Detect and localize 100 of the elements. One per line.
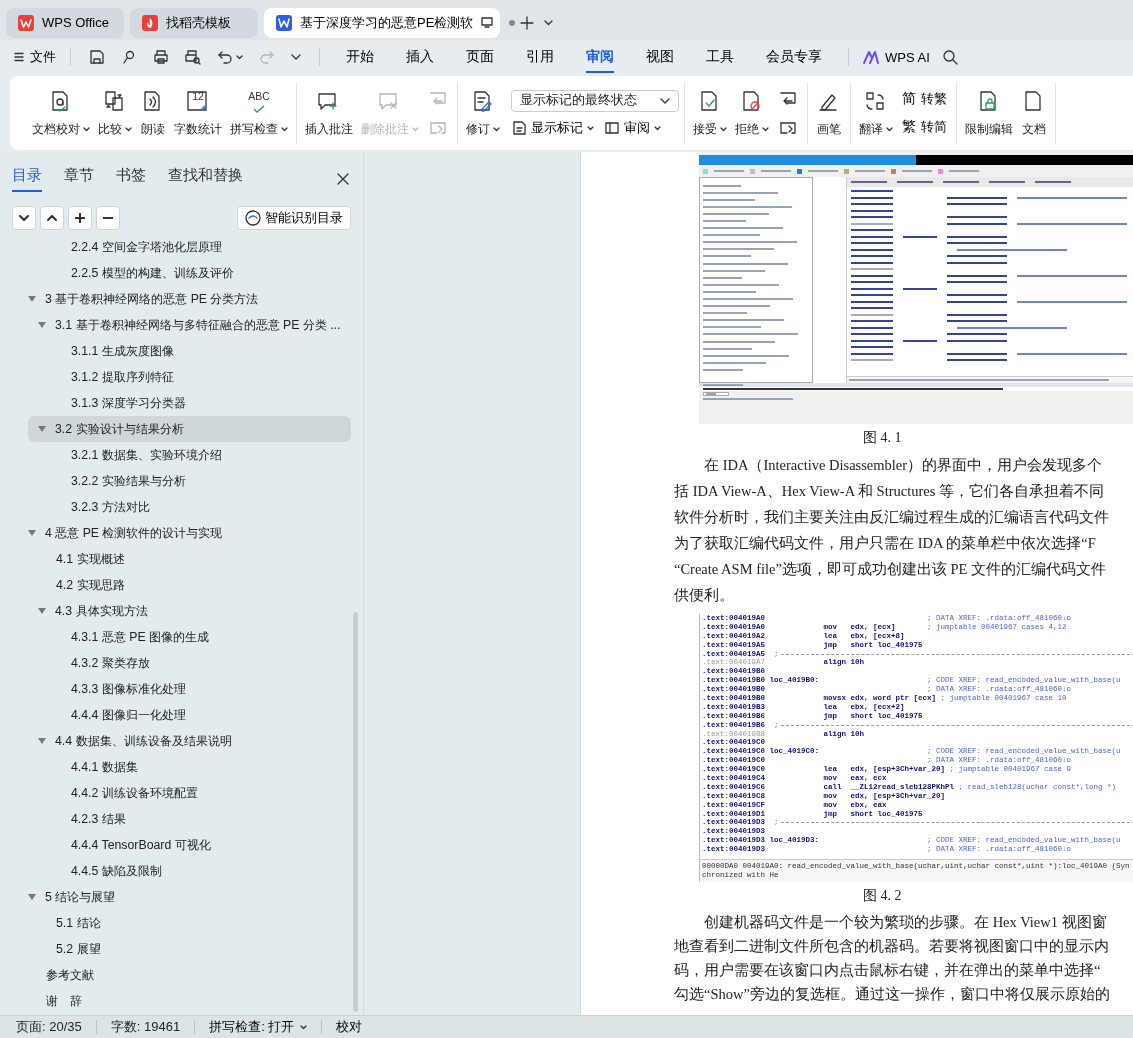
toc-item[interactable]: 4.4.2 训练设备环境配置 [28,780,351,806]
caret-icon [281,126,288,132]
file-menu[interactable]: 文件 [14,48,56,66]
ribbon-button[interactable]: 画笔 [813,86,845,140]
expand-triangle-icon[interactable] [28,296,36,302]
ribbon-button[interactable]: 比较 [95,86,135,140]
expand-triangle-icon[interactable] [38,608,46,614]
expand-triangle-icon[interactable] [28,894,36,900]
paragraph: 创建机器码文件是一个较为繁琐的步骤。在 Hex View1 视图窗 地查看到二进制文件所包含的机器码。若要将视图窗口中的显示内 码，用户需要在该窗口内点击鼠标右键，并在弹出的菜单中选择“ 勾选“Show”旁边的复选框。通过这一操作，窗口中将仅展示原始的 [674,913,1111,1004]
caret-icon [412,126,419,132]
toc-item[interactable]: 2.2.5 模型的构建、训练及评价 [28,260,351,286]
panel-tab[interactable]: 目录 [12,166,42,192]
expand-triangle-icon[interactable] [28,530,36,536]
caret-icon [587,125,594,131]
remove-button[interactable] [96,206,120,230]
panel-tab[interactable]: 章节 [64,166,94,192]
app-tab[interactable]: 找稻壳模板 [130,7,258,38]
toc-item[interactable]: 2.2.4 空间金字塔池化层原理 [28,234,351,260]
panel-tab[interactable]: 书签 [116,166,146,192]
print-preview-icon [185,49,201,65]
toc-item[interactable]: 5.2 展望 [28,936,351,962]
toc-item[interactable]: 3.1.3 深度学习分类器 [28,390,351,416]
ribbon-tab[interactable]: 插入 [406,41,434,73]
word-count[interactable]: 字数: 19461 [110,1018,181,1036]
expand-triangle-icon[interactable] [38,322,46,328]
chevron-down-icon [660,97,670,104]
toc-item[interactable]: 4.3.1 恶意 PE 图像的生成 [28,624,351,650]
toc-item[interactable]: 4 恶意 PE 检测软件的设计与实现 [28,520,351,546]
ribbon-tab[interactable]: 审阅 [586,41,614,73]
markup-dropdown[interactable]: 显示标记的最终状态 [511,89,679,112]
unsaved-dot-icon [509,19,516,26]
spellcheck-toggle[interactable]: 拼写检查: 打开 [209,1018,308,1036]
toc-item[interactable]: 3.2 实验设计与结果分析 [28,416,351,442]
convert-button[interactable]: 繁 转简 [902,118,947,136]
menu-icon [14,52,24,62]
toc-item[interactable]: 4.3 具体实现方法 [28,598,351,624]
toc-item[interactable]: 4.3.3 图像标准化处理 [28,676,351,702]
print-icon [153,49,169,65]
toc-item[interactable]: 谢 辞 [28,988,351,1014]
ribbon-button[interactable]: 文档 [1018,86,1050,140]
wps-ai-button[interactable]: WPS AI [863,49,930,65]
toc-item[interactable]: 4.4.5 缺陷及限制 [28,858,351,884]
toc-item[interactable]: 4.2.3 结果 [28,806,351,832]
toc-item[interactable]: 3.2.2 实验结果与分析 [28,468,351,494]
app-tab[interactable]: WPS Office [6,7,124,38]
toc-item[interactable]: 5 结论与展望 [28,884,351,910]
wps-logo-icon [18,14,34,31]
toc-item[interactable]: 4.4.4 TensorBoard 可视化 [28,832,351,858]
smart-toc-button[interactable]: 智能识别目录 [237,206,351,230]
ribbon-button[interactable]: 拒绝 [732,86,772,140]
ribbon-button[interactable]: 修订 [463,86,503,140]
paragraph: 在 IDA（Interactive Disassembler）的界面中，用户会发现多个 括 IDA View-A、Hex View-A 和 Structures 等，它们各自承担着不同 软件分析时，我们主要关注由反汇编过程生成的汇编语言代码文件 为了获取汇编代码文件，用户只需在 IDA 的菜单栏中依次选择“F “Create ASM file”选项，即可成功创建出该 PE 文件的汇编代码文件 供便利。 [674,456,1110,605]
ribbon-button[interactable]: 文档校对 [29,86,93,140]
toc-item[interactable]: 5.1 结论 [28,910,351,936]
ribbon-tab[interactable]: 引用 [526,41,554,73]
toc-item[interactable]: 4.2 实现思路 [28,572,351,598]
toc-item[interactable]: 4.1 实现概述 [28,546,351,572]
monitor-icon [481,17,494,28]
toc-item[interactable]: 3 基于卷积神经网络的恶意 PE 分类方法 [28,286,351,312]
close-button[interactable] [337,173,349,185]
toc-item[interactable]: 参考文献 [28,962,351,988]
toc-item[interactable]: 4.4.4 图像归一化处理 [28,702,351,728]
check-icon [253,104,265,113]
ribbon-tab[interactable]: 工具 [706,41,734,73]
close-icon [337,173,349,185]
convert-button[interactable]: 简 转繁 [902,90,947,108]
scrollbar[interactable] [353,612,358,1012]
ribbon-button[interactable]: 插入批注 [302,86,356,140]
collapse-button[interactable] [12,206,36,230]
ribbon-tab[interactable]: 视图 [646,41,674,73]
expand-button[interactable] [40,206,64,230]
ribbon-button[interactable]: 接受 [690,86,730,140]
ribbon-button[interactable]: 显示标记 [511,119,594,137]
document-markup-icon [511,120,527,136]
caret-icon [83,126,90,132]
ribbon-button[interactable]: 审阅 [604,119,661,137]
toc-item[interactable]: 4.3.2 聚类存放 [28,650,351,676]
toc-item[interactable]: 3.2.3 方法对比 [28,494,351,520]
ribbon-tab[interactable]: 开始 [346,41,374,73]
chevron-down-icon [19,215,29,221]
ribbon-button[interactable]: 朗读 [137,86,169,140]
page-count[interactable]: 页面: 20/35 [16,1018,82,1036]
toc-item[interactable]: 3.2.1 数据集、实验环境介绍 [28,442,351,468]
toc-item[interactable]: 3.1.1 生成灰度图像 [28,338,351,364]
proofread-button[interactable]: 校对 [336,1018,363,1036]
expand-triangle-icon[interactable] [38,426,46,432]
ribbon-tab[interactable]: 会员专享 [766,41,822,73]
ribbon-button[interactable]: 限制编辑 [962,86,1016,140]
caret-icon [762,126,769,132]
toc-item[interactable]: 3.1.2 提取序列特征 [28,364,351,390]
ribbon-tab[interactable]: 页面 [466,41,494,73]
ribbon-button[interactable]: 翻译 [856,86,896,140]
toc-item[interactable]: 3.1 基于卷积神经网络与多特征融合的恶意 PE 分类 ... [28,312,351,338]
ribbon-button[interactable]: 12 字数统计 [171,86,225,140]
toc-item[interactable]: 4.4.1 数据集 [28,754,351,780]
expand-triangle-icon[interactable] [38,738,46,744]
toc-item[interactable]: 4.4 数据集、训练设备及结果说明 [28,728,351,754]
add-button[interactable] [68,206,92,230]
panel-tab[interactable]: 查找和替换 [168,166,243,192]
ribbon-button[interactable]: ABC 拼写检查 [227,86,291,140]
